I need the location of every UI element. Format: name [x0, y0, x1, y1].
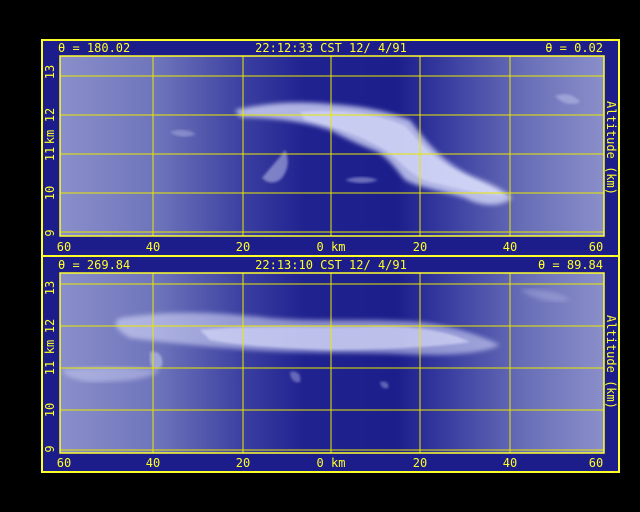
- x-tick: 40: [503, 240, 517, 254]
- y-axis-unit: km: [43, 130, 57, 144]
- x-tick: 0 km: [317, 456, 346, 470]
- x-tick: 20: [236, 240, 250, 254]
- y-axis-title: Altitude (km): [604, 315, 618, 409]
- theta-right-label: θ = 0.02: [545, 41, 603, 55]
- x-tick: 60: [57, 456, 71, 470]
- y-tick: 9: [43, 229, 57, 236]
- y-tick: 10: [43, 186, 57, 200]
- y-tick: 10: [43, 403, 57, 417]
- x-tick: 60: [589, 240, 603, 254]
- y-axis-unit: km: [43, 340, 57, 354]
- y-tick: 12: [43, 108, 57, 122]
- timestamp-label: 22:12:33 CST 12/ 4/91: [255, 41, 407, 55]
- timestamp-label: 22:13:10 CST 12/ 4/91: [255, 258, 407, 272]
- y-tick: 11: [43, 147, 57, 161]
- y-tick: 12: [43, 319, 57, 333]
- y-tick: 11: [43, 361, 57, 375]
- y-tick: 9: [43, 445, 57, 452]
- x-tick: 0 km: [317, 240, 346, 254]
- x-tick: 20: [413, 240, 427, 254]
- y-tick: 13: [43, 281, 57, 295]
- x-tick: 40: [146, 456, 160, 470]
- x-tick: 40: [503, 456, 517, 470]
- x-tick: 20: [236, 456, 250, 470]
- y-tick: 13: [43, 65, 57, 79]
- theta-left-label: θ = 269.84: [58, 258, 130, 272]
- theta-right-label: θ = 89.84: [538, 258, 603, 272]
- lidar-display: θ = 180.02 22:12:33 CST 12/ 4/91 θ = 0.0…: [41, 39, 620, 473]
- plot-area: [60, 56, 604, 236]
- x-tick: 60: [57, 240, 71, 254]
- panel-top: θ = 180.02 22:12:33 CST 12/ 4/91 θ = 0.0…: [41, 39, 620, 257]
- y-axis-title: Altitude (km): [604, 101, 618, 195]
- x-tick: 20: [413, 456, 427, 470]
- plot-area: [60, 273, 604, 453]
- panel-bottom: θ = 269.84 22:13:10 CST 12/ 4/91 θ = 89.…: [41, 255, 620, 473]
- theta-left-label: θ = 180.02: [58, 41, 130, 55]
- x-tick: 60: [589, 456, 603, 470]
- x-tick: 40: [146, 240, 160, 254]
